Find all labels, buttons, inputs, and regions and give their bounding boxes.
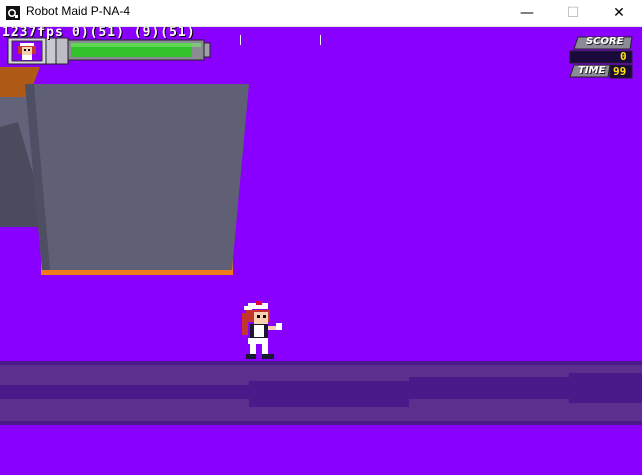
window-titlebar: Robot Maid P-NA-4 — ☐ ✕ [0,0,642,27]
floor-step-3b [569,393,642,403]
fps-counter: 1237fps [2,27,64,40]
floor-step-2 [409,377,569,385]
debug-values: 0)(51) (9)(51) [72,27,196,40]
game-scene [0,36,642,425]
window-title: Robot Maid P-NA-4 [26,4,131,18]
debug-tick [320,35,321,45]
score-value: 0 [620,50,627,63]
floor-bottom-edge [0,421,642,425]
grey-block [25,84,249,270]
floor-step-1 [249,381,409,407]
floor-step-2b [409,391,569,399]
time-label: TIME [578,65,606,76]
maximize-button[interactable]: ☐ [550,0,596,26]
health-bar [67,39,211,61]
time-value: 99 [613,65,627,78]
floor-top-edge [0,361,642,365]
floor-step-3 [569,373,642,385]
robot-maid-player [242,301,282,359]
player-portrait-frame [7,37,69,65]
debug-tick [240,35,241,45]
score-label: SCORE [586,36,624,47]
game-viewport[interactable]: 1237fps 0)(51) (9)(51) SCORE 0 TIME 99 [0,27,642,475]
close-button[interactable]: ✕ [596,0,642,26]
minimize-button[interactable]: — [504,0,550,26]
app-icon [6,6,20,20]
